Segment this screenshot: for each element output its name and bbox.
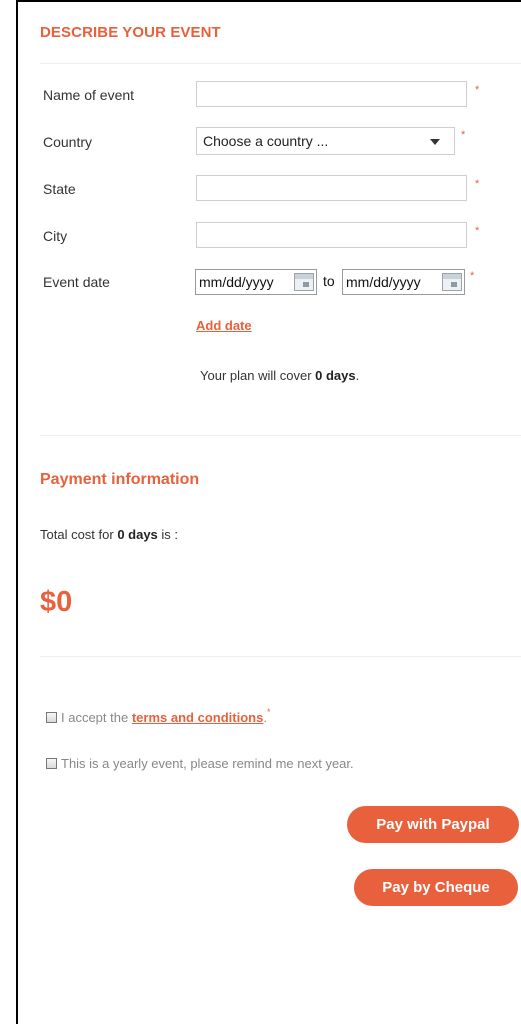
name-of-event-input[interactable] <box>196 81 467 107</box>
required-marker: * <box>461 129 466 141</box>
required-marker: * <box>266 706 271 717</box>
event-date-label: Event date <box>43 274 110 290</box>
state-label: State <box>43 181 76 197</box>
coverage-prefix: Your plan will cover <box>200 368 316 383</box>
total-days: 0 days <box>117 527 158 542</box>
divider <box>40 63 521 64</box>
total-cost-text: Total cost for 0 days is : <box>40 527 178 542</box>
total-suffix: is : <box>157 527 179 542</box>
city-label: City <box>43 228 68 244</box>
total-prefix: Total cost for <box>40 527 118 542</box>
state-input[interactable] <box>196 175 467 201</box>
total-amount: $0 <box>40 586 73 618</box>
plan-coverage-text: Your plan will cover 0 days. <box>200 368 359 383</box>
coverage-suffix: . <box>355 368 360 383</box>
date-to-label: to <box>323 273 335 289</box>
yearly-checkbox[interactable] <box>46 758 57 769</box>
terms-row: I accept the terms and conditions. * <box>46 706 271 725</box>
country-label: Country <box>43 134 93 150</box>
start-date-value: mm/dd/yyyy <box>199 274 274 290</box>
divider <box>40 656 521 657</box>
add-date-link[interactable]: Add date <box>196 318 252 333</box>
pay-by-cheque-button[interactable]: Pay by Cheque <box>354 869 518 906</box>
calendar-icon[interactable] <box>294 273 314 291</box>
calendar-icon[interactable] <box>442 273 462 291</box>
coverage-days: 0 days <box>315 368 356 383</box>
end-date-value: mm/dd/yyyy <box>346 274 421 290</box>
terms-link[interactable]: terms and conditions <box>132 710 263 725</box>
yearly-label: This is a yearly event, please remind me… <box>61 756 354 771</box>
required-marker: * <box>475 178 480 190</box>
frame-left-border <box>16 0 18 1024</box>
required-marker: * <box>475 225 480 237</box>
frame-top-border <box>16 0 521 2</box>
payment-title: Payment information <box>40 471 200 488</box>
terms-prefix: I accept the <box>61 710 129 725</box>
pay-with-paypal-button[interactable]: Pay with Paypal <box>347 806 519 843</box>
terms-checkbox[interactable] <box>46 712 57 723</box>
end-date-input[interactable]: mm/dd/yyyy <box>342 269 465 295</box>
chevron-down-icon <box>430 139 440 145</box>
required-marker: * <box>470 270 475 282</box>
divider <box>40 435 521 436</box>
yearly-row: This is a yearly event, please remind me… <box>46 756 354 771</box>
country-select-value: Choose a country ... <box>203 133 329 149</box>
required-marker: * <box>475 84 480 96</box>
start-date-input[interactable]: mm/dd/yyyy <box>195 269 317 295</box>
name-label: Name of event <box>43 87 135 103</box>
city-input[interactable] <box>196 222 467 248</box>
country-select[interactable]: Choose a country ... <box>196 127 455 155</box>
section-title: DESCRIBE YOUR EVENT <box>40 24 221 41</box>
